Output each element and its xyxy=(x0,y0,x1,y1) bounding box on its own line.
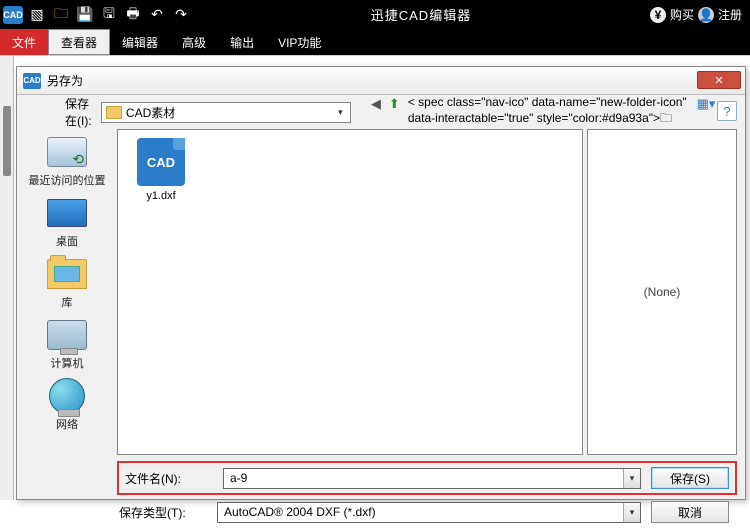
save-in-label: 保存在(I): xyxy=(65,95,93,129)
desktop-icon xyxy=(47,199,87,227)
filename-value: a-9 xyxy=(230,471,247,485)
network-icon xyxy=(49,378,85,414)
filetype-label: 保存类型(T): xyxy=(119,504,207,521)
filetype-row: 保存类型(T): AutoCAD® 2004 DXF (*.dxf) ▾ 取消 xyxy=(117,501,737,523)
save-icon[interactable]: 💾 xyxy=(74,4,96,26)
menu-file[interactable]: 文件 xyxy=(0,29,48,55)
place-desktop-label: 桌面 xyxy=(56,233,78,249)
main-menubar: 文件 查看器 编辑器 高级 输出 VIP功能 xyxy=(0,29,750,55)
cancel-button[interactable]: 取消 xyxy=(651,501,729,523)
titlebar-right: ¥ 购买 👤 注册 xyxy=(650,6,750,23)
view-menu-icon[interactable]: ▦▾ xyxy=(697,95,715,113)
app-titlebar: CAD ▧ 🗀 💾 🖫 🖶 ↶ ↷ 迅捷CAD编辑器 ¥ 购买 👤 注册 xyxy=(0,0,750,29)
menu-output[interactable]: 输出 xyxy=(218,29,266,55)
place-network-label: 网络 xyxy=(56,416,78,432)
dialog-bottom: 文件名(N): a-9 ▾ 保存(S) 保存类型(T): AutoCAD® 20… xyxy=(17,455,745,529)
filetype-value: AutoCAD® 2004 DXF (*.dxf) xyxy=(224,505,376,519)
filename-label: 文件名(N): xyxy=(125,470,213,487)
close-button[interactable]: ✕ xyxy=(697,71,741,89)
place-recent-label: 最近访问的位置 xyxy=(29,172,106,188)
app-logo-icon: CAD xyxy=(2,4,24,26)
nav-icons: ◀ ⬆ < spec class="nav-ico" data-name="ne… xyxy=(371,95,715,130)
dialog-icon: CAD xyxy=(23,73,41,89)
user-icon[interactable]: 👤 xyxy=(698,7,714,23)
place-computer[interactable]: 计算机 xyxy=(45,316,89,371)
menu-vip[interactable]: VIP功能 xyxy=(266,29,333,55)
folder-icon xyxy=(106,106,122,119)
help-button[interactable]: ? xyxy=(717,101,737,121)
folder-combo[interactable]: CAD素材 ▾ xyxy=(101,102,351,123)
file-cad-icon: CAD xyxy=(137,138,185,186)
up-icon[interactable]: ⬆ xyxy=(389,95,400,113)
place-recent[interactable]: 最近访问的位置 xyxy=(29,133,106,188)
place-desktop[interactable]: 桌面 xyxy=(45,194,89,249)
chevron-down-icon[interactable]: ▾ xyxy=(623,503,640,522)
location-row: 保存在(I): CAD素材 ▾ ◀ ⬆ < spec class="nav-ic… xyxy=(17,95,745,125)
file-name: y1.dxf xyxy=(146,190,175,202)
chevron-down-icon[interactable]: ▾ xyxy=(623,469,640,488)
place-library-label: 库 xyxy=(62,294,73,310)
places-bar: 最近访问的位置 桌面 库 计算机 网络 xyxy=(17,125,117,455)
file-list-area[interactable]: CAD y1.dxf xyxy=(117,129,583,455)
place-network[interactable]: 网络 xyxy=(45,377,89,432)
dialog-title-text: 另存为 xyxy=(47,72,83,89)
open-icon[interactable]: 🗀 xyxy=(50,4,72,26)
library-icon xyxy=(47,259,87,289)
app-title: 迅捷CAD编辑器 xyxy=(192,5,650,24)
dialog-body: 最近访问的位置 桌面 库 计算机 网络 xyxy=(17,125,745,455)
save-button[interactable]: 保存(S) xyxy=(651,467,729,489)
workspace: CAD 另存为 ✕ ? 保存在(I): CAD素材 ▾ ◀ ⬆ < spec c… xyxy=(0,55,750,500)
register-link[interactable]: 注册 xyxy=(718,6,742,23)
filetype-combo[interactable]: AutoCAD® 2004 DXF (*.dxf) ▾ xyxy=(217,502,641,523)
currency-icon[interactable]: ¥ xyxy=(650,7,666,23)
filename-row-highlight: 文件名(N): a-9 ▾ 保存(S) xyxy=(117,461,737,495)
filename-input[interactable]: a-9 ▾ xyxy=(223,468,641,489)
folder-name: CAD素材 xyxy=(126,104,175,121)
preview-none-text: (None) xyxy=(644,285,681,299)
chevron-down-icon[interactable]: ▾ xyxy=(333,105,348,120)
undo-icon[interactable]: ↶ xyxy=(146,4,168,26)
place-computer-label: 计算机 xyxy=(51,355,84,371)
menu-viewer[interactable]: 查看器 xyxy=(48,29,110,55)
saveas-icon[interactable]: 🖫 xyxy=(98,4,120,26)
redo-icon[interactable]: ↷ xyxy=(170,4,192,26)
left-scroll-strip[interactable] xyxy=(0,56,14,500)
computer-icon xyxy=(47,320,87,350)
place-library[interactable]: 库 xyxy=(45,255,89,310)
menu-advanced[interactable]: 高级 xyxy=(170,29,218,55)
save-as-dialog: CAD 另存为 ✕ ? 保存在(I): CAD素材 ▾ ◀ ⬆ < spec c… xyxy=(16,66,746,500)
quick-access-toolbar: CAD ▧ 🗀 💾 🖫 🖶 ↶ ↷ xyxy=(0,4,192,26)
buy-link[interactable]: 购买 xyxy=(670,6,694,23)
menu-editor[interactable]: 编辑器 xyxy=(110,29,170,55)
preview-pane: (None) xyxy=(587,129,737,455)
recent-icon xyxy=(47,137,87,167)
back-icon[interactable]: ◀ xyxy=(371,95,381,113)
print-icon[interactable]: 🖶 xyxy=(122,4,144,26)
file-item[interactable]: CAD y1.dxf xyxy=(126,138,196,202)
new-icon[interactable]: ▧ xyxy=(26,4,48,26)
dialog-titlebar: CAD 另存为 ✕ xyxy=(17,67,745,95)
